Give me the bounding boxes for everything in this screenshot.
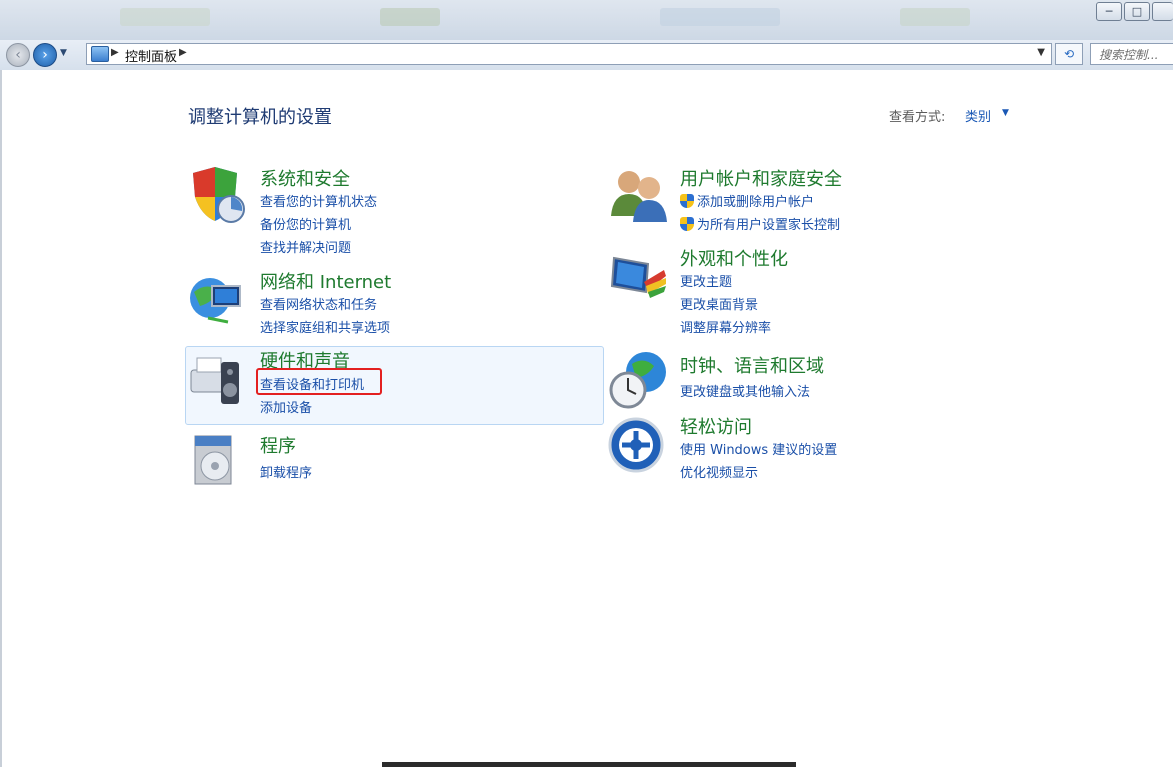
uac-shield-icon [680, 217, 694, 231]
category-title[interactable]: 程序 [260, 432, 296, 458]
uac-shield-icon [680, 194, 694, 208]
monitor-palette-icon [610, 256, 666, 298]
shield-icon [193, 167, 245, 223]
blurred-background [900, 8, 970, 26]
category-link[interactable]: 查看您的计算机状态 [260, 191, 377, 210]
back-arrow-icon: ‹ [15, 47, 21, 63]
category-link[interactable]: 备份您的计算机 [260, 214, 351, 233]
blurred-background [380, 8, 440, 26]
breadcrumb-arrow-icon[interactable]: ▶ [179, 47, 187, 58]
page-title: 调整计算机的设置 [188, 107, 332, 128]
clock-globe-icon [609, 352, 666, 409]
category-link[interactable]: 卸载程序 [260, 462, 312, 481]
close-button[interactable] [1152, 2, 1173, 21]
category-link[interactable]: 添加或删除用户帐户 [680, 191, 814, 210]
address-dropdown-icon[interactable]: ▼ [1037, 47, 1045, 58]
refresh-button[interactable]: ⟲ [1055, 43, 1083, 65]
printer-speaker-icon [190, 357, 239, 404]
bottom-overlay-bar [382, 762, 796, 767]
category-link[interactable]: 优化视频显示 [680, 462, 758, 481]
blurred-background [660, 8, 780, 26]
category-link-label: 添加或删除用户帐户 [697, 195, 815, 210]
category-title[interactable]: 时钟、语言和区域 [680, 352, 824, 378]
view-by-dropdown[interactable]: 类别 [965, 106, 991, 125]
recent-pages-dropdown-icon[interactable]: ▼ [60, 48, 67, 58]
category-title[interactable]: 轻松访问 [680, 413, 752, 439]
refresh-icon: ⟲ [1063, 47, 1075, 61]
address-bar[interactable]: ▶ 控制面板 ▶ ▼ [86, 43, 1052, 65]
network-globe-icon [190, 278, 241, 324]
maximize-icon: □ [1131, 5, 1143, 18]
ease-of-access-icon [608, 417, 664, 473]
category-link[interactable]: 更改键盘或其他输入法 [680, 381, 810, 400]
maximize-button[interactable]: □ [1124, 2, 1150, 21]
category-link[interactable]: 查找并解决问题 [260, 237, 351, 256]
category-link[interactable]: 选择家庭组和共享选项 [260, 317, 390, 336]
category-link[interactable]: 为所有用户设置家长控制 [680, 214, 840, 233]
programs-disc-icon [194, 435, 232, 485]
breadcrumb-arrow-icon[interactable]: ▶ [111, 47, 119, 58]
minimize-button[interactable]: ─ [1096, 2, 1122, 21]
control-panel-icon [91, 46, 109, 62]
minimize-icon: ─ [1105, 5, 1113, 18]
category-title[interactable]: 网络和 Internet [260, 268, 391, 294]
search-placeholder: 搜索控制... [1099, 48, 1159, 62]
category-link-label: 为所有用户设置家长控制 [697, 218, 841, 233]
chevron-down-icon[interactable]: ▼ [1002, 108, 1009, 118]
navigation-bar: ‹ › ▼ ▶ 控制面板 ▶ ▼ ⟲ 搜索控制... [0, 40, 1173, 70]
forward-button[interactable]: › [33, 43, 57, 67]
category-title[interactable]: 用户帐户和家庭安全 [680, 165, 842, 191]
blurred-background [120, 8, 210, 26]
back-button[interactable]: ‹ [6, 43, 30, 67]
category-title[interactable]: 系统和安全 [260, 165, 350, 191]
category-link[interactable]: 使用 Windows 建议的设置 [680, 439, 837, 458]
breadcrumb-control-panel[interactable]: 控制面板 [125, 46, 177, 65]
users-icon [611, 171, 667, 222]
category-link[interactable]: 添加设备 [260, 397, 312, 416]
category-link[interactable]: 调整屏幕分辨率 [680, 317, 771, 336]
view-by-label: 查看方式: [889, 110, 946, 125]
highlight-annotation [256, 368, 382, 395]
category-link[interactable]: 更改主题 [680, 271, 732, 290]
category-link[interactable]: 查看网络状态和任务 [260, 294, 377, 313]
window-title-bar: ─ □ [0, 0, 1173, 40]
forward-arrow-icon: › [42, 47, 48, 63]
category-link[interactable]: 更改桌面背景 [680, 294, 758, 313]
search-input[interactable]: 搜索控制... [1090, 43, 1173, 65]
hover-highlight [185, 346, 604, 425]
category-title[interactable]: 外观和个性化 [680, 245, 788, 271]
